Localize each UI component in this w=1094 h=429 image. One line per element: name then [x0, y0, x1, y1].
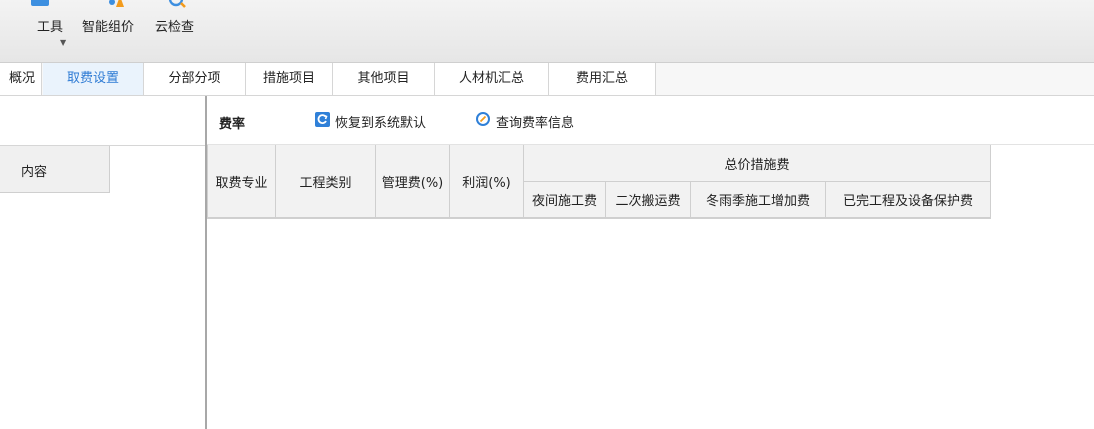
col-header-fee-specialty[interactable]: 取费专业 [207, 145, 276, 218]
table-body-top-line [207, 218, 991, 219]
query-rate-label: 查询费率信息 [496, 116, 575, 131]
col-header-winter-rainy-season[interactable]: 冬雨季施工增加费 [691, 182, 826, 218]
content-tab-label: 内容 [21, 165, 48, 180]
tab-overview[interactable]: 概况 [0, 63, 42, 95]
tab-divisional-items[interactable]: 分部分项 [144, 63, 246, 95]
col-header-project-category[interactable]: 工程类别 [276, 145, 376, 218]
tab-measure-items[interactable]: 措施项目 [246, 63, 333, 95]
smart-price-button[interactable]: 智能组价 [82, 0, 152, 62]
tab-fee-settings[interactable]: 取费设置 [43, 63, 144, 95]
smart-price-label: 智能组价 [82, 20, 135, 35]
tools-label: 工具 [37, 20, 64, 35]
tools-button[interactable]: 工具 ▼ [24, 0, 66, 62]
ribbon-toolbar: 工具 ▼ 智能组价 云检查 [0, 0, 1094, 63]
restore-icon [315, 112, 330, 127]
cloud-check-label: 云检查 [155, 20, 195, 35]
col-header-night-construction[interactable]: 夜间施工费 [524, 182, 606, 218]
col-header-secondary-transport[interactable]: 二次搬运费 [606, 182, 691, 218]
col-header-management-fee[interactable]: 管理费(%) [376, 145, 450, 218]
cloud-check-button[interactable]: 云检查 [155, 0, 205, 62]
fee-rate-table: 取费专业 工程类别 管理费(%) 利润(%) 总价措施费 夜间施工费 二次搬运费… [207, 145, 991, 218]
content-tab[interactable]: 内容 [0, 146, 110, 193]
tab-labor-material-summary[interactable]: 人材机汇总 [435, 63, 549, 95]
cloud-check-icon [168, 0, 186, 8]
restore-default-label: 恢复到系统默认 [335, 116, 427, 131]
tab-cost-summary[interactable]: 费用汇总 [549, 63, 656, 95]
tab-other-items[interactable]: 其他项目 [333, 63, 435, 95]
tools-icon [31, 0, 49, 6]
query-icon [476, 112, 490, 126]
fee-rate-title: 费率 [219, 117, 246, 132]
module-tabs: 概况 取费设置 分部分项 措施项目 其他项目 人材机汇总 费用汇总 [0, 63, 1094, 96]
smart-price-icon [109, 0, 124, 7]
col-header-completed-work-protection[interactable]: 已完工程及设备保护费 [826, 182, 991, 218]
tools-dropdown-icon[interactable]: ▼ [60, 38, 66, 47]
col-header-profit[interactable]: 利润(%) [450, 145, 524, 218]
col-group-header-lump-sum-measures[interactable]: 总价措施费 [524, 145, 991, 182]
